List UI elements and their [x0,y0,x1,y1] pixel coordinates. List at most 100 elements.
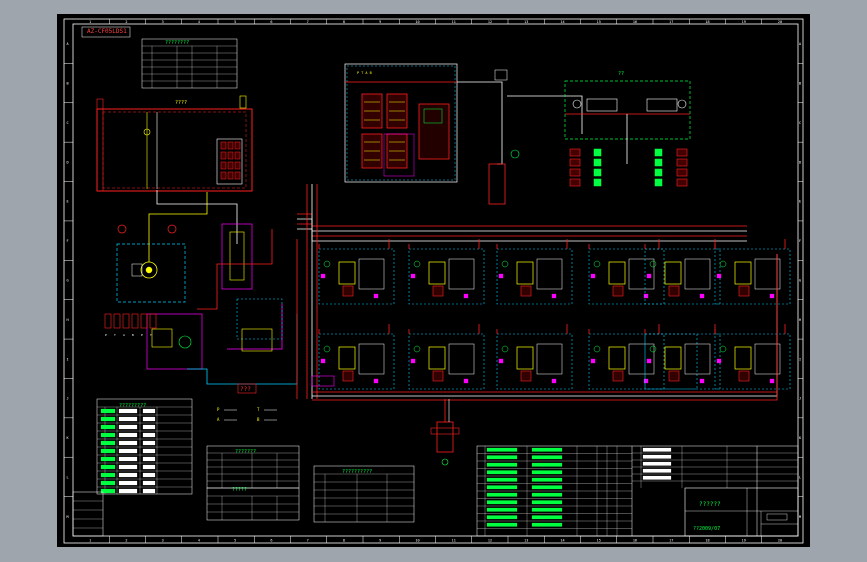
zone-row-label: I [799,357,801,361]
branch-manifold [358,258,385,290]
manifold-block [236,298,283,340]
table-cell-text [100,432,116,438]
bom-cell [486,447,518,452]
gauge-symbol [572,99,582,109]
drawing-sheet: 1 1 2 2 3 3 4 4 5 5 6 6 7 7 8 8 9 9 10 10 11 11 12 12 13 13 14 14 15… [57,14,810,547]
bom-cell [531,477,563,482]
node-marker [441,458,449,466]
port-marker [498,273,504,279]
legend-small-title: ????? [232,487,248,493]
cylinder-mount [430,427,460,435]
bom-cell [642,468,672,473]
zone-column-label: 11 [452,20,456,24]
return-header [312,254,778,393]
pressure-gauge [117,224,127,234]
table-cell-text [100,408,116,414]
motor-group-box [564,80,691,140]
zone-column-label: 7 [307,20,309,24]
port-marker [320,358,326,364]
port-marker [463,293,469,299]
port-marker [320,273,326,279]
table-cell-text [142,480,156,486]
branch-manifold [684,343,711,375]
bom-cell [486,515,518,520]
middle-table-title: ??????? [235,449,257,455]
indicator-lamp [654,178,663,187]
zone-row-label: A [67,42,70,46]
title-text: ?????? [699,501,721,508]
port-marker [769,378,775,384]
node-marker [510,149,520,159]
hydraulic-schematic: 1122334455667788991010111112121313141415… [63,18,804,544]
branch-unit [644,248,721,305]
return-pipe [156,190,238,244]
bom-cell [531,462,563,467]
solenoid-valve [241,328,273,352]
zone-row-label: M [799,515,801,519]
zone-column-label: 15 [597,539,601,543]
breather-cap [239,95,247,109]
bottom-cylinder [436,421,454,453]
table-cell-text [118,408,138,414]
relief-valve [131,313,139,329]
zone-column-label: 10 [415,20,419,24]
port-marker [551,293,557,299]
table-cell-text [100,464,116,470]
branch-check [432,370,444,382]
branch-valve [608,261,626,285]
zone-row-label: A [799,42,802,46]
branch-manifold [754,258,781,290]
port-label: P T A B [357,71,372,75]
zone-column-label: 2 [125,20,127,24]
legend-symbol: A [217,417,220,422]
pressure-switch [676,168,688,177]
indicator-lamp [593,178,602,187]
port-marker [769,293,775,299]
branch-manifold [448,258,475,290]
branch-manifold [448,343,475,375]
table-cell-text [118,432,138,438]
zone-row-label: F [799,239,801,243]
branch-node [649,345,657,353]
branch-unit [496,248,573,305]
port-marker [699,293,705,299]
branch-valve [608,346,626,370]
bom-cell [531,447,563,452]
bom-cell [531,515,563,520]
branch-unit [408,248,485,305]
zone-column-label: 8 [343,20,345,24]
pressure-switch [569,178,581,187]
branch-valve [664,346,682,370]
zone-column-label: 2 [125,539,127,543]
zone-column-label: 15 [597,20,601,24]
branch-manifold [358,343,385,375]
table-cell-text [142,456,156,462]
pressure-pipe [197,229,273,310]
branch-unit [588,333,665,390]
bom-cell [531,507,563,512]
zone-column-label: 6 [270,539,272,543]
table-cell-text [142,440,156,446]
branch-check [520,285,532,297]
zone-column-label: 3 [162,539,164,543]
branch-valve [428,261,446,285]
port-marker [410,358,416,364]
branch-unit [318,333,395,390]
port-marker [590,273,596,279]
branch-node [719,345,727,353]
port-marker [716,273,722,279]
top-table [141,38,238,89]
zone-column-label: 16 [633,20,637,24]
bom-cell [486,470,518,475]
port-marker [646,273,652,279]
filter-housing [494,69,508,81]
branch-valve [516,346,534,370]
zone-row-label: G [67,279,69,283]
pressure-switch [569,148,581,157]
branch-check [738,285,750,297]
zone-row-label: J [67,397,69,401]
branch-check [668,285,680,297]
heater-element [227,171,234,180]
port-marker [373,293,379,299]
indicator-lamp [593,148,602,157]
